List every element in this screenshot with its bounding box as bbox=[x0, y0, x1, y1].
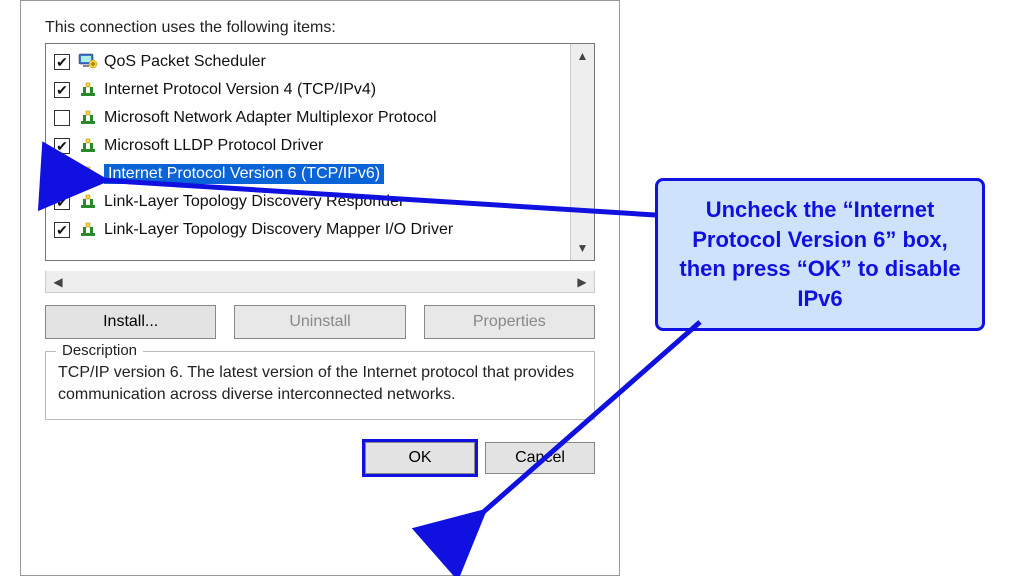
list-item[interactable]: Link-Layer Topology Discovery Responder bbox=[48, 188, 568, 216]
uninstall-button: Uninstall bbox=[234, 305, 405, 339]
checkbox[interactable] bbox=[54, 138, 70, 154]
list-item[interactable]: Internet Protocol Version 6 (TCP/IPv6) bbox=[48, 160, 568, 188]
scroll-up-icon[interactable]: ▲ bbox=[573, 46, 593, 66]
vertical-scrollbar[interactable]: ▲ ▼ bbox=[570, 44, 594, 260]
scroll-left-icon[interactable]: ◀ bbox=[48, 272, 68, 292]
components-listbox[interactable]: QoS Packet Scheduler Internet Protocol Ve… bbox=[45, 43, 595, 261]
list-item-label: Link-Layer Topology Discovery Responder bbox=[104, 193, 404, 211]
checkbox[interactable] bbox=[54, 194, 70, 210]
action-button-row: Install... Uninstall Properties bbox=[45, 305, 595, 339]
list-item-label: Internet Protocol Version 6 (TCP/IPv6) bbox=[104, 164, 384, 184]
description-group: Description TCP/IP version 6. The latest… bbox=[45, 351, 595, 420]
network-icon bbox=[78, 220, 98, 240]
ok-button[interactable]: OK bbox=[365, 442, 475, 474]
description-text: TCP/IP version 6. The latest version of … bbox=[58, 362, 582, 405]
list-item[interactable]: Link-Layer Topology Discovery Mapper I/O… bbox=[48, 216, 568, 244]
scroll-right-icon[interactable]: ▶ bbox=[572, 272, 592, 292]
network-icon bbox=[78, 80, 98, 100]
network-properties-dialog: This connection uses the following items… bbox=[20, 0, 620, 576]
description-title: Description bbox=[56, 342, 143, 359]
list-item[interactable]: Internet Protocol Version 4 (TCP/IPv4) bbox=[48, 76, 568, 104]
scroll-down-icon[interactable]: ▼ bbox=[573, 238, 593, 258]
list-item-label: QoS Packet Scheduler bbox=[104, 53, 266, 71]
cancel-button[interactable]: Cancel bbox=[485, 442, 595, 474]
list-item-label: Link-Layer Topology Discovery Mapper I/O… bbox=[104, 221, 453, 239]
list-item[interactable]: Microsoft LLDP Protocol Driver bbox=[48, 132, 568, 160]
list-item[interactable]: QoS Packet Scheduler bbox=[48, 48, 568, 76]
install-button[interactable]: Install... bbox=[45, 305, 216, 339]
checkbox[interactable] bbox=[54, 110, 70, 126]
properties-button: Properties bbox=[424, 305, 595, 339]
checkbox[interactable] bbox=[54, 222, 70, 238]
dialog-footer: OK Cancel bbox=[39, 436, 601, 474]
network-icon bbox=[78, 136, 98, 156]
network-icon bbox=[78, 164, 98, 184]
checkbox[interactable] bbox=[54, 166, 70, 182]
horizontal-scrollbar[interactable]: ◀ ▶ bbox=[45, 271, 595, 293]
list-item-label: Internet Protocol Version 4 (TCP/IPv4) bbox=[104, 81, 376, 99]
checkbox[interactable] bbox=[54, 54, 70, 70]
instruction-callout: Uncheck the “Internet Protocol Version 6… bbox=[655, 178, 985, 331]
list-item-label: Microsoft Network Adapter Multiplexor Pr… bbox=[104, 109, 437, 127]
list-item[interactable]: Microsoft Network Adapter Multiplexor Pr… bbox=[48, 104, 568, 132]
intro-label: This connection uses the following items… bbox=[45, 19, 601, 37]
list-item-label: Microsoft LLDP Protocol Driver bbox=[104, 137, 323, 155]
network-icon bbox=[78, 108, 98, 128]
network-icon bbox=[78, 192, 98, 212]
checkbox[interactable] bbox=[54, 82, 70, 98]
monitor-icon bbox=[78, 52, 98, 72]
